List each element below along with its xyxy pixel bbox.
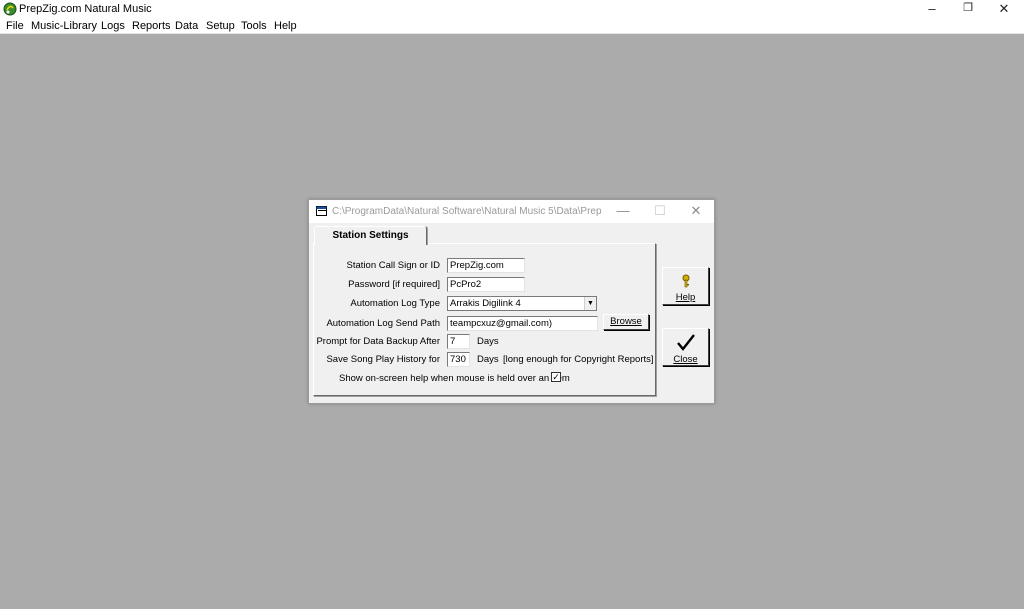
- app-titlebar: PrepZig.com Natural Music – ❐ ✕: [0, 0, 1024, 18]
- restore-button[interactable]: ❐: [950, 0, 986, 18]
- dialog-titlebar[interactable]: C:\ProgramData\Natural Software\Natural …: [309, 200, 714, 223]
- tab-station-settings[interactable]: Station Settings: [314, 226, 427, 245]
- station-settings-dialog: C:\ProgramData\Natural Software\Natural …: [308, 199, 715, 404]
- log-type-select[interactable]: Arrakis Digilink 4 ▼: [447, 296, 597, 311]
- help-toggle-checkbox[interactable]: ✓: [551, 372, 561, 382]
- dialog-maximize-button: ☐: [654, 203, 666, 218]
- history-days-input[interactable]: [447, 352, 470, 367]
- menu-reports[interactable]: Reports: [132, 20, 171, 32]
- menu-file[interactable]: File: [6, 20, 24, 32]
- log-type-label: Automation Log Type: [350, 298, 440, 309]
- send-path-label: Automation Log Send Path: [326, 318, 440, 329]
- dialog-minimize-button[interactable]: —: [611, 202, 635, 220]
- close-button-label: Close: [673, 354, 698, 365]
- browse-button-label: Browse: [610, 316, 642, 327]
- menu-help[interactable]: Help: [274, 20, 297, 32]
- password-input[interactable]: [447, 277, 525, 292]
- dialog-title: C:\ProgramData\Natural Software\Natural …: [332, 206, 602, 217]
- checkmark-icon: [677, 334, 695, 351]
- close-window-button[interactable]: ✕: [986, 0, 1022, 18]
- menu-tools[interactable]: Tools: [241, 20, 267, 32]
- app-title: PrepZig.com Natural Music: [19, 3, 152, 15]
- history-note: [long enough for Copyright Reports]: [503, 354, 654, 365]
- help-toggle-label: Show on-screen help when mouse is held o…: [339, 373, 570, 384]
- history-days-unit: Days: [477, 354, 499, 365]
- close-button[interactable]: Close: [662, 328, 709, 366]
- minimize-button[interactable]: –: [914, 0, 950, 18]
- menu-logs[interactable]: Logs: [101, 20, 125, 32]
- dialog-close-button[interactable]: ✕: [684, 202, 708, 220]
- menu-data[interactable]: Data: [175, 20, 198, 32]
- menu-setup[interactable]: Setup: [206, 20, 235, 32]
- call-sign-label: Station Call Sign or ID: [346, 260, 440, 271]
- password-label: Password [if required]: [348, 279, 440, 290]
- key-icon: [682, 274, 690, 288]
- history-label: Save Song Play History for: [326, 354, 440, 365]
- window-icon: [316, 206, 327, 216]
- call-sign-input[interactable]: [447, 258, 525, 273]
- browse-button[interactable]: Browse: [603, 314, 649, 330]
- help-button-label: Help: [675, 292, 696, 303]
- send-path-input[interactable]: [447, 316, 598, 331]
- natural-music-app-icon: [3, 2, 17, 16]
- help-button[interactable]: Help: [662, 267, 709, 305]
- backup-days-unit: Days: [477, 336, 499, 347]
- backup-label: Prompt for Data Backup After: [316, 336, 440, 347]
- menu-music-library[interactable]: Music-Library: [31, 20, 97, 32]
- tab-station-settings-label: Station Settings: [332, 230, 409, 241]
- log-type-value: Arrakis Digilink 4: [450, 298, 521, 309]
- chevron-down-icon[interactable]: ▼: [584, 297, 596, 310]
- menubar: File Music-Library Logs Reports Data Set…: [0, 18, 1024, 34]
- backup-days-input[interactable]: [447, 334, 470, 349]
